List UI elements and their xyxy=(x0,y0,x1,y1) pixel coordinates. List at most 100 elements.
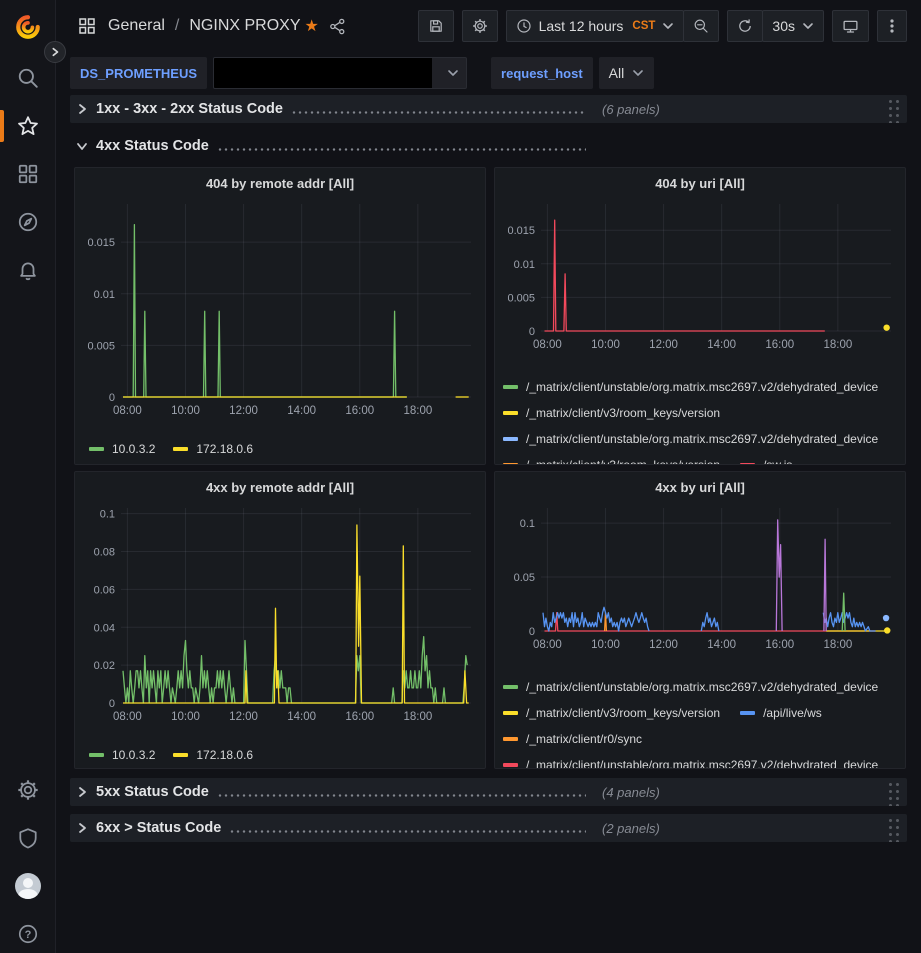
svg-text:08:00: 08:00 xyxy=(533,639,562,651)
legend-item[interactable]: /_matrix/client/unstable/org.matrix.msc2… xyxy=(503,432,878,446)
svg-text:10:00: 10:00 xyxy=(591,339,620,351)
svg-text:14:00: 14:00 xyxy=(287,711,316,723)
sidebar: ? xyxy=(0,0,56,953)
dotted-leader xyxy=(217,148,586,151)
panel-title[interactable]: 4xx by remote addr [All] xyxy=(83,478,477,500)
variable-label-ds-prometheus: DS_PROMETHEUS xyxy=(70,57,207,89)
svg-text:14:00: 14:00 xyxy=(707,339,736,351)
preferences-gear-icon[interactable] xyxy=(14,776,42,804)
chevron-down-icon xyxy=(632,67,644,79)
legend-item[interactable]: /_matrix/client/unstable/org.matrix.msc2… xyxy=(503,758,878,769)
panel-title[interactable]: 404 by uri [All] xyxy=(503,174,897,196)
legend-row: /_matrix/client/unstable/org.matrix.msc2… xyxy=(503,432,897,446)
legend-item[interactable]: /_matrix/client/unstable/org.matrix.msc2… xyxy=(503,680,878,694)
svg-text:?: ? xyxy=(25,929,32,941)
svg-text:18:00: 18:00 xyxy=(403,711,432,723)
legend-item[interactable]: 172.18.0.6 xyxy=(173,748,253,762)
legend-item[interactable]: /_matrix/client/v3/room_keys/version xyxy=(503,406,720,420)
refresh-button[interactable] xyxy=(727,10,763,42)
redacted-value xyxy=(214,58,432,88)
submenu-variables: DS_PROMETHEUS request_host All xyxy=(56,52,921,94)
row-panel-count: (2 panels) xyxy=(602,821,660,836)
alerting-bell-icon[interactable] xyxy=(14,256,42,284)
legend-item[interactable]: /_matrix/client/r0/sync xyxy=(503,732,642,746)
search-icon[interactable] xyxy=(14,64,42,92)
row-drag-handle[interactable] xyxy=(886,815,899,842)
row-drag-handle[interactable] xyxy=(886,96,899,123)
dashboard-grid-icon[interactable] xyxy=(78,17,96,35)
dotted-leader xyxy=(229,830,586,833)
save-icon xyxy=(428,18,444,34)
admin-shield-icon[interactable] xyxy=(14,824,42,852)
user-avatar[interactable] xyxy=(14,872,42,900)
breadcrumb-dashboard-title[interactable]: NGINX PROXY xyxy=(189,17,300,35)
timezone-label: CST xyxy=(632,20,655,32)
legend-item[interactable]: 10.0.3.2 xyxy=(89,442,155,456)
breadcrumb-folder[interactable]: General xyxy=(108,17,165,35)
legend-item[interactable]: 10.0.3.2 xyxy=(89,748,155,762)
variable-dropdown-ds-prometheus[interactable] xyxy=(213,57,467,89)
legend-row: /_matrix/client/v3/room_keys/version/api… xyxy=(503,706,897,720)
dotted-leader xyxy=(291,111,586,114)
chevron-down-icon xyxy=(802,20,814,32)
legend-row: /_matrix/client/unstable/org.matrix.msc2… xyxy=(503,758,897,769)
panels-grid: 404 by remote addr [All] 08:00 10:00 12:00… xyxy=(74,167,906,769)
svg-text:12:00: 12:00 xyxy=(229,405,258,417)
svg-text:0.01: 0.01 xyxy=(94,289,115,301)
grafana-logo[interactable] xyxy=(14,13,42,41)
starred-dashboards-icon[interactable] xyxy=(14,112,42,140)
row-drag-handle[interactable] xyxy=(886,779,899,806)
panel-legend: 10.0.3.2 172.18.0.6 xyxy=(83,442,477,456)
more-options-button[interactable] xyxy=(877,10,907,42)
legend-item[interactable]: /sw.js xyxy=(740,458,792,465)
svg-text:0.1: 0.1 xyxy=(520,518,535,530)
favorite-star-icon[interactable]: ★ xyxy=(305,16,319,36)
row-title: 6xx > Status Code xyxy=(96,820,221,836)
kebab-menu-icon xyxy=(885,18,899,34)
panel-legend: 10.0.3.2 172.18.0.6 xyxy=(83,748,477,762)
row-header-4xx[interactable]: 4xx Status Code xyxy=(70,132,907,160)
tv-mode-button[interactable] xyxy=(832,10,869,42)
chart-canvas: 08:0010:0012:0014:0016:0018:0000.0050.01… xyxy=(83,196,479,426)
monitor-icon xyxy=(842,18,859,35)
dashboard-settings-button[interactable] xyxy=(462,10,498,42)
row-title: 5xx Status Code xyxy=(96,784,209,800)
dashboards-icon[interactable] xyxy=(14,160,42,188)
legend-item[interactable]: 172.18.0.6 xyxy=(173,442,253,456)
chevron-down-icon xyxy=(440,67,466,79)
panel-title[interactable]: 404 by remote addr [All] xyxy=(83,174,477,196)
variable-dropdown-request-host[interactable]: All xyxy=(599,57,655,89)
dashboard-body: 1xx - 3xx - 2xx Status Code (6 panels) 4… xyxy=(56,94,921,842)
refresh-interval-picker[interactable]: 30s xyxy=(762,10,824,42)
explore-compass-icon[interactable] xyxy=(14,208,42,236)
time-range-label: Last 12 hours xyxy=(539,18,624,34)
time-range-picker[interactable]: Last 12 hours CST xyxy=(506,10,685,42)
variable-value: All xyxy=(609,65,625,81)
svg-text:0.02: 0.02 xyxy=(94,660,115,672)
zoom-out-time-button[interactable] xyxy=(683,10,719,42)
svg-text:10:00: 10:00 xyxy=(171,405,200,417)
panel-legend: /_matrix/client/unstable/org.matrix.msc2… xyxy=(503,680,897,769)
legend-item[interactable]: /_matrix/client/v3/room_keys/version xyxy=(503,458,720,465)
panel-404-by-remote-addr: 404 by remote addr [All] 08:00 10:00 12:00… xyxy=(74,167,486,465)
chart-canvas: 08:0010:0012:0014:0016:0018:0000.020.040… xyxy=(83,500,479,732)
svg-text:12:00: 12:00 xyxy=(229,711,258,723)
share-icon[interactable] xyxy=(329,18,346,35)
panel-legend: /_matrix/client/unstable/org.matrix.msc2… xyxy=(503,380,897,465)
sidebar-expand-button[interactable] xyxy=(44,41,66,63)
panel-404-by-uri: 404 by uri [All] 08:0010:0012:0014:0016:… xyxy=(494,167,906,465)
svg-text:0.05: 0.05 xyxy=(514,572,535,584)
legend-item[interactable]: /api/live/ws xyxy=(740,706,822,720)
svg-text:16:00: 16:00 xyxy=(345,405,374,417)
save-dashboard-button[interactable] xyxy=(418,10,454,42)
row-header-1xx-3xx-2xx[interactable]: 1xx - 3xx - 2xx Status Code (6 panels) xyxy=(70,95,907,123)
help-icon[interactable]: ? xyxy=(14,920,42,948)
row-header-5xx[interactable]: 5xx Status Code (4 panels) xyxy=(70,778,907,806)
row-header-6xx[interactable]: 6xx > Status Code (2 panels) xyxy=(70,814,907,842)
svg-text:0.04: 0.04 xyxy=(94,622,115,634)
svg-text:08:00: 08:00 xyxy=(113,405,142,417)
refresh-icon xyxy=(737,18,753,34)
panel-title[interactable]: 4xx by uri [All] xyxy=(503,478,897,500)
legend-item[interactable]: /_matrix/client/v3/room_keys/version xyxy=(503,706,720,720)
legend-item[interactable]: /_matrix/client/unstable/org.matrix.msc2… xyxy=(503,380,878,394)
